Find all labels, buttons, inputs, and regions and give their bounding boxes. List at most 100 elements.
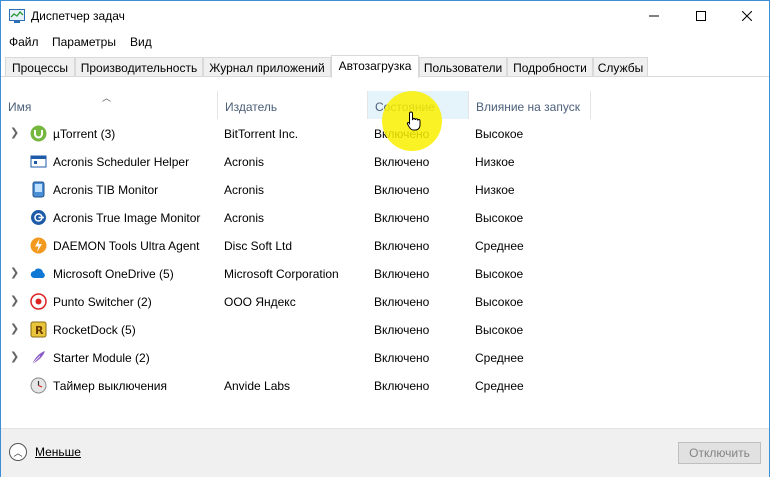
column-header-publisher[interactable]: Издатель	[218, 91, 367, 119]
menu-bar: Файл Параметры Вид	[1, 32, 769, 52]
maximize-button[interactable]	[678, 1, 724, 31]
table-row[interactable]: Acronis Scheduler Helper Acronis Включен…	[1, 148, 769, 176]
tab-label: Службы	[597, 61, 644, 75]
tab-performance[interactable]: Производительность	[75, 57, 203, 77]
row-name: Starter Module (2)	[53, 351, 150, 365]
row-name: Acronis Scheduler Helper	[53, 155, 190, 169]
close-button[interactable]	[724, 1, 770, 31]
menu-options[interactable]: Параметры	[52, 35, 116, 49]
row-status: Включено	[374, 211, 430, 225]
fewer-details-button[interactable]: ︿ Меньше	[9, 443, 81, 461]
expand-chevron-icon[interactable]: ❯	[10, 350, 19, 363]
row-name: DAEMON Tools Ultra Agent	[53, 239, 200, 253]
column-header-label: Имя	[8, 100, 32, 114]
acronis-scheduler-icon	[30, 155, 47, 168]
column-header-impact[interactable]: Влияние на запуск	[469, 91, 590, 119]
row-status: Включено	[374, 239, 430, 253]
row-status: Включено	[374, 183, 430, 197]
row-name: RocketDock (5)	[53, 323, 136, 337]
column-separator[interactable]	[590, 91, 591, 119]
tab-label: Производительность	[80, 61, 198, 75]
tab-details[interactable]: Подробности	[507, 57, 593, 77]
expand-chevron-icon[interactable]: ❯	[10, 322, 19, 335]
table-row[interactable]: DAEMON Tools Ultra Agent Disc Soft Ltd В…	[1, 232, 769, 260]
row-name: Таймер выключения	[53, 379, 167, 393]
tab-startup[interactable]: Автозагрузка	[331, 55, 419, 78]
table-row[interactable]: ❯ Microsoft OneDrive (5) Microsoft Corpo…	[1, 260, 769, 288]
expand-chevron-icon[interactable]: ❯	[10, 294, 19, 307]
row-publisher: Disc Soft Ltd	[224, 239, 293, 253]
row-impact: Высокое	[475, 267, 524, 281]
expand-chevron-icon[interactable]: ❯	[10, 126, 19, 139]
table-row[interactable]: ❯ Punto Switcher (2) ООО Яндекс Включено…	[1, 288, 769, 316]
row-status: Включено	[374, 267, 430, 281]
row-impact: Высокое	[475, 323, 524, 337]
onedrive-icon	[30, 268, 45, 278]
title-bar[interactable]: Диспетчер задач	[1, 1, 769, 31]
punto-switcher-icon	[30, 293, 47, 310]
row-publisher: BitTorrent Inc.	[224, 127, 299, 141]
task-manager-window: Диспетчер задач Файл Параметры Вид Проце…	[0, 0, 770, 477]
fewer-details-label: Меньше	[35, 445, 81, 459]
tab-label: Подробности	[513, 61, 587, 75]
row-impact: Высокое	[475, 295, 524, 309]
table-row[interactable]: Acronis True Image Monitor Acronis Включ…	[1, 204, 769, 232]
row-status: Включено	[374, 155, 430, 169]
row-publisher: Acronis	[224, 155, 265, 169]
row-status: Включено	[374, 295, 430, 309]
tab-label: Автозагрузка	[338, 59, 412, 73]
column-header-label: Издатель	[225, 100, 278, 114]
row-status: Включено	[374, 323, 430, 337]
starter-module-icon	[31, 351, 45, 365]
row-publisher: Acronis	[224, 211, 265, 225]
tab-app-history[interactable]: Журнал приложений	[203, 57, 331, 77]
tab-label: Процессы	[11, 61, 68, 75]
acronis-tib-icon	[32, 181, 45, 198]
row-status: Включено	[374, 351, 430, 365]
tab-strip: Процессы Производительность Журнал прило…	[5, 55, 765, 78]
column-header-name[interactable]: Имя	[1, 91, 217, 119]
row-impact: Среднее	[475, 379, 524, 393]
footer-bar: ︿ Меньше Отключить	[1, 429, 769, 477]
row-impact: Высокое	[475, 127, 524, 141]
menu-view[interactable]: Вид	[130, 35, 152, 49]
tab-users[interactable]: Пользователи	[419, 57, 507, 77]
disable-button[interactable]: Отключить	[678, 442, 761, 464]
hand-cursor-icon	[406, 111, 421, 131]
acronis-true-image-icon	[31, 210, 46, 225]
row-name: Microsoft OneDrive (5)	[53, 267, 174, 281]
row-status: Включено	[374, 379, 430, 393]
rocketdock-icon: R	[30, 321, 47, 338]
expand-chevron-icon[interactable]: ❯	[10, 266, 19, 279]
shutdown-timer-icon	[30, 377, 47, 394]
row-impact: Низкое	[475, 183, 515, 197]
table-row[interactable]: Acronis TIB Monitor Acronis Включено Низ…	[1, 176, 769, 204]
minimize-icon	[649, 15, 659, 17]
utorrent-icon	[30, 125, 47, 142]
tab-processes[interactable]: Процессы	[5, 57, 75, 77]
table-row[interactable]: Таймер выключения Anvide Labs Включено С…	[1, 372, 769, 400]
row-publisher: Microsoft Corporation	[224, 267, 339, 281]
close-icon	[742, 11, 752, 21]
minimize-button[interactable]	[631, 1, 677, 31]
table-row[interactable]: ❯ R RocketDock (5) Включено Высокое	[1, 316, 769, 344]
tab-services[interactable]: Службы	[593, 57, 648, 77]
row-publisher: ООО Яндекс	[224, 295, 296, 309]
tab-label: Пользователи	[423, 61, 503, 75]
table-row[interactable]: ❯ Starter Module (2) Включено Среднее	[1, 344, 769, 372]
row-name: Acronis TIB Monitor	[53, 183, 159, 197]
row-name: Punto Switcher (2)	[53, 295, 152, 309]
column-header-label: Влияние на запуск	[476, 100, 580, 114]
chevron-up-icon: ︿	[9, 443, 27, 461]
row-publisher: Anvide Labs	[224, 379, 291, 393]
window-title: Диспетчер задач	[31, 9, 125, 23]
row-name: µTorrent (3)	[53, 127, 116, 141]
row-impact: Высокое	[475, 211, 524, 225]
row-impact: Низкое	[475, 155, 515, 169]
row-impact: Среднее	[475, 239, 524, 253]
row-impact: Среднее	[475, 351, 524, 365]
row-publisher: Acronis	[224, 183, 265, 197]
menu-file[interactable]: Файл	[9, 35, 39, 49]
svg-text:R: R	[35, 324, 44, 337]
daemon-tools-icon	[30, 237, 47, 254]
